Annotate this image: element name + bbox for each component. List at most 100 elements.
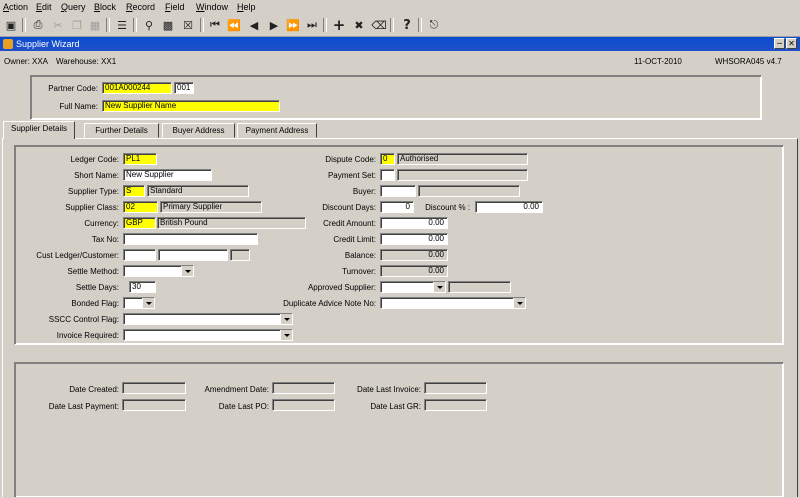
menu-window[interactable]: Window: [196, 2, 228, 12]
query-icon[interactable]: ⚲: [141, 17, 157, 33]
date-last-invoice-field: [424, 382, 487, 394]
menu-field[interactable]: Field: [165, 2, 185, 12]
window-title-bar: Supplier Wizard ─ ✕: [0, 37, 800, 51]
toolbar-separator: [106, 18, 110, 32]
minimize-button[interactable]: ─: [774, 38, 785, 49]
chevron-down-icon[interactable]: [142, 298, 154, 308]
cust-ledger-field[interactable]: [123, 249, 156, 261]
payment-set-label: Payment Set:: [327, 171, 376, 180]
cut-icon[interactable]: ✂: [50, 17, 66, 33]
supplier-class-desc: Primary Supplier: [160, 201, 262, 213]
menu-action[interactable]: Action: [3, 2, 28, 12]
cancel-query-icon[interactable]: ☒: [180, 17, 196, 33]
menu-edit[interactable]: Edit: [36, 2, 52, 12]
payment-set-field[interactable]: [380, 169, 395, 181]
previous-record-icon[interactable]: ◀: [246, 17, 262, 33]
approved-supplier-select[interactable]: [380, 281, 446, 293]
approved-supplier-desc: [448, 281, 511, 293]
bonded-flag-select[interactable]: [123, 297, 155, 309]
tab-payment-address[interactable]: Payment Address: [237, 123, 317, 138]
dup-advice-select[interactable]: [380, 297, 526, 309]
menu-block[interactable]: Block: [94, 2, 116, 12]
discount-days-field[interactable]: 0: [380, 201, 414, 213]
tab-supplier-details[interactable]: Supplier Details: [3, 121, 75, 139]
amendment-date-label: Amendment Date:: [204, 385, 269, 394]
supplier-type-desc: Standard: [147, 185, 249, 197]
invoice-required-label: Invoice Required:: [56, 331, 119, 340]
tab-buyer-address[interactable]: Buyer Address: [162, 123, 235, 138]
supplier-type-field[interactable]: S: [123, 185, 145, 197]
full-name-label: Full Name:: [59, 102, 98, 111]
tax-no-field[interactable]: [123, 233, 258, 245]
buyer-field[interactable]: [380, 185, 416, 197]
previous-block-icon[interactable]: ⏪: [226, 17, 242, 33]
balance-label: Balance:: [344, 251, 376, 260]
short-name-field[interactable]: New Supplier: [123, 169, 212, 181]
tab-further-details[interactable]: Further Details: [84, 123, 159, 138]
customer-field[interactable]: [158, 249, 228, 261]
sscc-label: SSCC Control Flag:: [48, 315, 119, 324]
toolbar-separator: [133, 18, 137, 32]
credit-amount-label: Credit Amount:: [323, 219, 376, 228]
copy-icon[interactable]: ❐: [69, 17, 85, 33]
last-record-icon[interactable]: ⏭: [304, 17, 320, 33]
dispute-desc: Authorised: [397, 153, 528, 165]
date-last-gr-field: [424, 399, 487, 411]
ledger-code-field[interactable]: PL1: [123, 153, 157, 165]
partner-code-suffix-field[interactable]: 001: [174, 82, 194, 94]
insert-record-icon[interactable]: +: [331, 16, 347, 34]
owner-text: Owner: XXA: [4, 57, 49, 66]
menu-record[interactable]: Record: [126, 2, 155, 12]
settle-method-select[interactable]: [123, 265, 194, 277]
exit-icon[interactable]: ⎋: [426, 17, 442, 33]
date-text: 11-OCT-2010: [634, 57, 682, 66]
clear-icon[interactable]: ⌫: [371, 17, 387, 33]
help-icon[interactable]: ?: [399, 17, 415, 33]
supplier-class-field[interactable]: 02: [123, 201, 158, 213]
print-icon[interactable]: ⎙: [30, 17, 46, 33]
chevron-down-icon[interactable]: [280, 314, 292, 324]
invoice-required-select[interactable]: [123, 329, 293, 341]
next-block-icon[interactable]: ⏩: [285, 17, 301, 33]
currency-field[interactable]: GBP: [123, 217, 156, 229]
turnover-label: Turnover:: [342, 267, 376, 276]
dup-advice-label: Duplicate Advice Note No:: [283, 299, 376, 308]
discount-pct-field[interactable]: 0.00: [475, 201, 543, 213]
chevron-down-icon[interactable]: [433, 282, 445, 292]
chevron-down-icon[interactable]: [181, 266, 193, 276]
toolbar-separator: [200, 18, 204, 32]
delete-record-icon[interactable]: ✖: [351, 17, 367, 33]
close-button[interactable]: ✕: [786, 38, 797, 49]
chevron-down-icon[interactable]: [513, 298, 525, 308]
menu-help[interactable]: Help: [237, 2, 256, 12]
supplier-type-label: Supplier Type:: [68, 187, 119, 196]
partner-code-field[interactable]: 001A000244: [102, 82, 172, 94]
credit-limit-field[interactable]: 0.00: [380, 233, 448, 245]
toolbar-separator: [323, 18, 327, 32]
dispute-code-label: Dispute Code:: [325, 155, 376, 164]
short-name-label: Short Name:: [74, 171, 119, 180]
chevron-down-icon[interactable]: [280, 330, 292, 340]
customer-suffix-field: [230, 249, 250, 261]
execute-icon[interactable]: ▩: [160, 17, 176, 33]
toolbar: ▣ ⎙ ✂ ❐ ▦ ☰ ⚲ ▩ ☒ ⏮ ⏪ ◀ ▶ ⏩ ⏭ + ✖ ⌫ ? ⎋: [0, 14, 800, 37]
menu-query[interactable]: Query: [61, 2, 86, 12]
paste-icon[interactable]: ▦: [87, 17, 103, 33]
credit-amount-field[interactable]: 0.00: [380, 217, 448, 229]
list-icon[interactable]: ☰: [114, 17, 130, 33]
settle-days-field[interactable]: 30: [129, 281, 156, 293]
approved-supplier-label: Approved Supplier:: [307, 283, 376, 292]
first-record-icon[interactable]: ⏮: [207, 17, 223, 33]
next-record-icon[interactable]: ▶: [266, 17, 282, 33]
buyer-label: Buyer:: [352, 187, 376, 196]
currency-label: Currency:: [84, 219, 119, 228]
tax-no-label: Tax No:: [91, 235, 119, 244]
save-icon[interactable]: ▣: [3, 17, 19, 33]
full-name-field[interactable]: New Supplier Name: [102, 100, 280, 112]
dispute-code-field[interactable]: 0: [380, 153, 395, 165]
window-title: Supplier Wizard: [16, 39, 80, 49]
sscc-select[interactable]: [123, 313, 293, 325]
date-last-payment-field: [122, 399, 186, 411]
warehouse-text: Warehouse: XX1: [56, 57, 117, 66]
date-last-po-label: Date Last PO:: [218, 402, 269, 411]
